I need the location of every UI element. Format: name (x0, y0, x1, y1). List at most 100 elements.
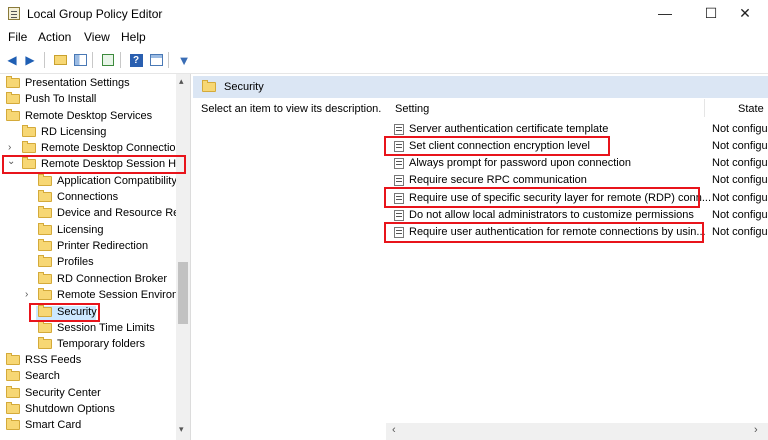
scroll-left-icon[interactable]: ‹ (392, 424, 396, 436)
folder-icon (38, 190, 52, 202)
back-arrow-icon[interactable]: ◀ (4, 52, 20, 68)
close-button[interactable]: ✕ (722, 0, 768, 26)
policy-state: Not configu (712, 123, 768, 135)
policy-setting-name: Do not allow local administrators to cus… (409, 209, 694, 221)
folder-icon (6, 353, 20, 365)
folder-icon (6, 418, 20, 430)
folder-icon (6, 386, 20, 398)
column-header-setting[interactable]: Setting (395, 103, 429, 115)
list-horizontal-scrollbar[interactable]: ‹ › (386, 423, 768, 440)
tree-item-label: Push To Install (25, 93, 97, 105)
tree-item-push-to-install[interactable]: Push To Install (6, 91, 96, 107)
folder-icon (38, 174, 52, 186)
tree-item-security-center[interactable]: Security Center (6, 385, 101, 401)
tree-item-label: Search (25, 370, 60, 382)
toolbar-separator (120, 52, 121, 68)
tree-item-session-time-limits[interactable]: Session Time Limits (38, 320, 155, 336)
tree-item-label: Connections (57, 191, 119, 203)
policy-state: Not configu (712, 192, 768, 204)
description-text: Select an item to view its description. (201, 103, 382, 115)
policy-state: Not configu (712, 157, 768, 169)
expand-chevron-icon[interactable]: › (8, 142, 11, 153)
tree-item-licensing[interactable]: Licensing (38, 222, 103, 238)
help-icon[interactable]: ? (128, 52, 144, 68)
highlight-box (384, 222, 704, 243)
tree-item-label: Remote Desktop Services (25, 110, 153, 122)
folder-icon (38, 223, 52, 235)
scroll-down-icon[interactable]: ▾ (179, 424, 184, 435)
policy-row[interactable]: Require secure RPC communication (394, 172, 587, 188)
highlight-box (2, 155, 186, 174)
folder-icon (6, 92, 20, 104)
filter-icon[interactable]: ▼ (176, 52, 192, 68)
tree-item-device-and-resource-redirection[interactable]: Device and Resource Red (38, 205, 185, 221)
folder-icon (38, 288, 52, 300)
expand-chevron-icon[interactable]: › (25, 289, 28, 300)
policy-state: Not configu (712, 226, 768, 238)
toolbar-separator (92, 52, 93, 68)
tree-item-label: Printer Redirection (57, 240, 149, 252)
folder-icon (38, 206, 52, 218)
tree-item-temporary-folders[interactable]: Temporary folders (38, 336, 145, 352)
tree-item-label: Remote Session Environ (57, 289, 179, 301)
tree-item-shutdown-options[interactable]: Shutdown Options (6, 401, 115, 417)
tree-item-application-compatibility[interactable]: Application Compatibility (38, 173, 177, 189)
highlight-box (384, 187, 700, 208)
folder-icon (38, 255, 52, 267)
policy-row[interactable]: Do not allow local administrators to cus… (394, 207, 694, 223)
window-title: Local Group Policy Editor (27, 7, 163, 21)
tree-item-label: Temporary folders (57, 338, 146, 350)
folder-icon (38, 239, 52, 251)
tree-item-label: Licensing (57, 224, 104, 236)
tree-item-rd-licensing[interactable]: RD Licensing (22, 124, 106, 140)
folder-icon (22, 125, 36, 137)
tree-item-label: RSS Feeds (25, 354, 82, 366)
extended-view-icon[interactable] (148, 52, 164, 68)
tree-item-remote-desktop-services[interactable]: Remote Desktop Services (6, 108, 152, 124)
menu-action[interactable]: Action (38, 30, 71, 44)
up-folder-icon[interactable] (52, 52, 68, 68)
policy-setting-icon (394, 209, 404, 221)
tree-item-rss-feeds[interactable]: RSS Feeds (6, 352, 81, 368)
tree-scrollbar[interactable]: ▴ ▾ (176, 74, 190, 440)
folder-icon (6, 402, 20, 414)
scroll-right-icon[interactable]: › (754, 424, 758, 436)
policy-editor-icon (8, 7, 20, 20)
policy-row[interactable]: Server authentication certificate templa… (394, 121, 608, 137)
toolbar: ◀ ▶ ? ▼ (0, 47, 768, 74)
policy-row[interactable]: Always prompt for password upon connecti… (394, 155, 631, 171)
column-separator (704, 99, 705, 117)
menu-file[interactable]: File (8, 30, 27, 44)
tree-item-label: Application Compatibility (57, 175, 177, 187)
export-list-icon[interactable] (100, 52, 116, 68)
tree-item-remote-desktop-connection[interactable]: Remote Desktop Connection (22, 140, 182, 156)
tree-item-label: Smart Card (25, 419, 82, 431)
tree-item-label: Security Center (25, 387, 101, 399)
tree-item-rd-connection-broker[interactable]: RD Connection Broker (38, 271, 167, 287)
tree-item-search[interactable]: Search (6, 368, 60, 384)
show-hide-tree-icon[interactable] (72, 52, 88, 68)
details-header: Security (193, 76, 768, 98)
folder-icon (38, 337, 52, 349)
policy-setting-icon (394, 157, 404, 169)
forward-arrow-icon[interactable]: ▶ (22, 52, 38, 68)
policy-state: Not configu (712, 140, 768, 152)
tree-item-label: Device and Resource Red (57, 207, 186, 219)
tree-item-profiles[interactable]: Profiles (38, 254, 94, 270)
tree-scrollbar-thumb[interactable] (178, 262, 188, 324)
folder-icon (6, 76, 20, 88)
menu-bar: File Action View Help (0, 26, 768, 46)
tree-item-connections[interactable]: Connections (38, 189, 118, 205)
tree-item-printer-redirection[interactable]: Printer Redirection (38, 238, 148, 254)
tree-item-presentation-settings[interactable]: Presentation Settings (6, 75, 130, 91)
menu-help[interactable]: Help (121, 30, 146, 44)
minimize-button[interactable]: — (642, 0, 688, 26)
menu-view[interactable]: View (84, 30, 110, 44)
tree-item-smart-card[interactable]: Smart Card (6, 417, 81, 433)
scroll-up-icon[interactable]: ▴ (179, 76, 184, 87)
tree-item-remote-session-environment[interactable]: Remote Session Environ (38, 287, 178, 303)
toolbar-separator (168, 52, 169, 68)
policy-setting-icon (394, 123, 404, 135)
tree-item-label: RD Connection Broker (57, 273, 168, 285)
column-header-state[interactable]: State (738, 103, 764, 115)
